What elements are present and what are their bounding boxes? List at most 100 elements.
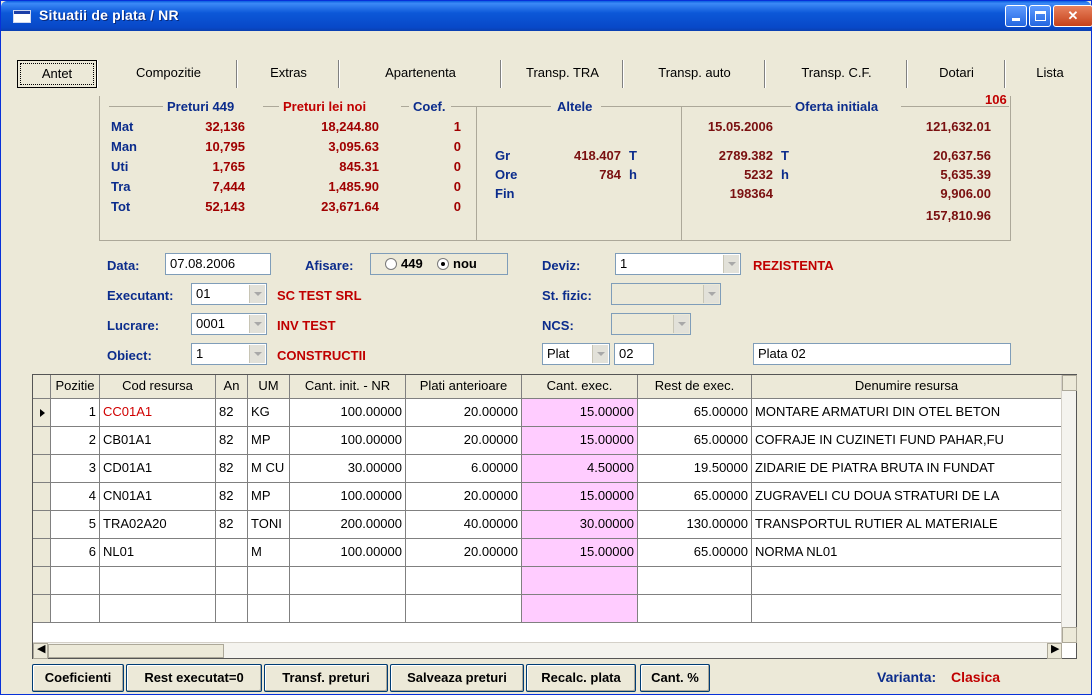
scroll-up-button[interactable] (1062, 375, 1077, 391)
cell-pozitie[interactable]: 3 (51, 455, 100, 483)
horizontal-scrollbar[interactable]: ◀ ▶ (33, 642, 1062, 659)
cell-cant-exec[interactable]: 4.50000 (522, 455, 638, 483)
recalc-plata-button[interactable]: Recalc. plata (526, 664, 636, 692)
cell-um[interactable]: TONI (248, 511, 290, 539)
column-header-denumire-resursa[interactable]: Denumire resursa (752, 375, 1062, 399)
plat-select[interactable]: Plat (542, 343, 610, 365)
cell-plati-anterioare[interactable] (406, 595, 522, 623)
cell-rest-de-exec[interactable]: 65.00000 (638, 427, 752, 455)
row-selector[interactable] (33, 399, 51, 427)
cell-cant-exec[interactable] (522, 595, 638, 623)
data-field[interactable]: 07.08.2006 (165, 253, 271, 275)
cell-cant-exec[interactable]: 15.00000 (522, 427, 638, 455)
row-selector[interactable] (33, 567, 51, 595)
cell-plati-anterioare[interactable] (406, 567, 522, 595)
cell-rest-de-exec[interactable]: 65.00000 (638, 539, 752, 567)
row-selector[interactable] (33, 539, 51, 567)
cell-denumire-resursa[interactable]: ZUGRAVELI CU DOUA STRATURI DE LA (752, 483, 1062, 511)
cant-percent-button[interactable]: Cant. % (640, 664, 710, 692)
cell-cod-resursa[interactable]: CD01A1 (100, 455, 216, 483)
cell-plati-anterioare[interactable]: 40.00000 (406, 511, 522, 539)
row-selector[interactable] (33, 511, 51, 539)
cell-um[interactable] (248, 567, 290, 595)
cell-cod-resursa[interactable] (100, 595, 216, 623)
cell-cod-resursa[interactable]: NL01 (100, 539, 216, 567)
cell-denumire-resursa[interactable]: MONTARE ARMATURI DIN OTEL BETON (752, 399, 1062, 427)
deviz-select[interactable]: 1 (615, 253, 741, 275)
cell-an[interactable]: 82 (216, 399, 248, 427)
cell-plati-anterioare[interactable]: 6.00000 (406, 455, 522, 483)
close-button[interactable]: ✕ (1053, 5, 1092, 27)
cell-cant-init[interactable]: 100.00000 (290, 539, 406, 567)
cell-um[interactable]: KG (248, 399, 290, 427)
cell-plati-anterioare[interactable]: 20.00000 (406, 399, 522, 427)
cell-cod-resursa[interactable]: TRA02A20 (100, 511, 216, 539)
tab-antet[interactable]: Antet (17, 60, 97, 88)
column-header-cant-init[interactable]: Cant. init. - NR (290, 375, 406, 399)
table-row[interactable]: 5 TRA02A20 82 TONI 200.00000 40.00000 30.00000… (33, 511, 1062, 539)
salveaza-preturi-button[interactable]: Salveaza preturi (390, 664, 524, 692)
cell-rest-de-exec[interactable]: 19.50000 (638, 455, 752, 483)
title-bar[interactable]: Situatii de plata / NR ✕ (1, 1, 1092, 31)
column-header-um[interactable]: UM (248, 375, 290, 399)
tab-apartenenta[interactable]: Apartenenta (341, 60, 501, 88)
tab-dotari[interactable]: Dotari (909, 60, 1005, 88)
column-header-pozitie[interactable]: Pozitie (51, 375, 100, 399)
cell-cant-init[interactable]: 100.00000 (290, 399, 406, 427)
cell-an[interactable]: 82 (216, 511, 248, 539)
ncs-select[interactable] (611, 313, 691, 335)
cell-um[interactable]: MP (248, 427, 290, 455)
cell-an[interactable]: 82 (216, 427, 248, 455)
radio-449[interactable] (385, 258, 397, 270)
vertical-scrollbar[interactable] (1061, 375, 1077, 643)
obiect-select[interactable]: 1 (191, 343, 267, 365)
scroll-down-button[interactable] (1062, 627, 1077, 643)
cell-um[interactable] (248, 595, 290, 623)
transf-preturi-button[interactable]: Transf. preturi (264, 664, 388, 692)
cell-cant-init[interactable]: 30.00000 (290, 455, 406, 483)
cell-pozitie[interactable]: 5 (51, 511, 100, 539)
cell-um[interactable]: M (248, 539, 290, 567)
column-header-an[interactable]: An (216, 375, 248, 399)
cell-cod-resursa[interactable]: CN01A1 (100, 483, 216, 511)
cell-rest-de-exec[interactable]: 65.00000 (638, 483, 752, 511)
cell-denumire-resursa[interactable]: NORMA NL01 (752, 539, 1062, 567)
tab-compozitie[interactable]: Compozitie (101, 60, 237, 88)
cell-cant-init[interactable]: 200.00000 (290, 511, 406, 539)
tab-transp-cf[interactable]: Transp. C.F. (767, 60, 907, 88)
cell-cant-init[interactable] (290, 595, 406, 623)
column-header-cod-resursa[interactable]: Cod resursa (100, 375, 216, 399)
table-row[interactable] (33, 595, 1062, 623)
scroll-left-button[interactable]: ◀ (33, 643, 48, 659)
tab-lista[interactable]: Lista (1007, 60, 1092, 88)
row-selector[interactable] (33, 595, 51, 623)
row-selector[interactable] (33, 455, 51, 483)
plat-number-field[interactable]: 02 (614, 343, 654, 365)
scroll-right-button[interactable]: ▶ (1047, 643, 1062, 659)
cell-cant-exec[interactable]: 15.00000 (522, 539, 638, 567)
cell-rest-de-exec[interactable]: 65.00000 (638, 399, 752, 427)
cell-cant-exec[interactable]: 30.00000 (522, 511, 638, 539)
executant-select[interactable]: 01 (191, 283, 267, 305)
cell-denumire-resursa[interactable]: TRANSPORTUL RUTIER AL MATERIALE (752, 511, 1062, 539)
tab-transp-auto[interactable]: Transp. auto (625, 60, 765, 88)
cell-an[interactable]: 82 (216, 483, 248, 511)
scroll-thumb[interactable] (48, 644, 224, 658)
cell-an[interactable] (216, 539, 248, 567)
cell-denumire-resursa[interactable] (752, 595, 1062, 623)
cell-plati-anterioare[interactable]: 20.00000 (406, 483, 522, 511)
cell-rest-de-exec[interactable] (638, 567, 752, 595)
cell-pozitie[interactable] (51, 567, 100, 595)
cell-rest-de-exec[interactable] (638, 595, 752, 623)
cell-cant-init[interactable]: 100.00000 (290, 483, 406, 511)
cell-pozitie[interactable]: 4 (51, 483, 100, 511)
cell-cant-init[interactable]: 100.00000 (290, 427, 406, 455)
minimize-button[interactable] (1005, 5, 1027, 27)
cell-cod-resursa[interactable]: CC01A1 (100, 399, 216, 427)
stfizic-select[interactable] (611, 283, 721, 305)
table-row[interactable] (33, 567, 1062, 595)
cell-plati-anterioare[interactable]: 20.00000 (406, 427, 522, 455)
radio-nou[interactable] (437, 258, 449, 270)
column-header-plati-anterioare[interactable]: Plati anterioare (406, 375, 522, 399)
cell-denumire-resursa[interactable]: COFRAJE IN CUZINETI FUND PAHAR,FU (752, 427, 1062, 455)
